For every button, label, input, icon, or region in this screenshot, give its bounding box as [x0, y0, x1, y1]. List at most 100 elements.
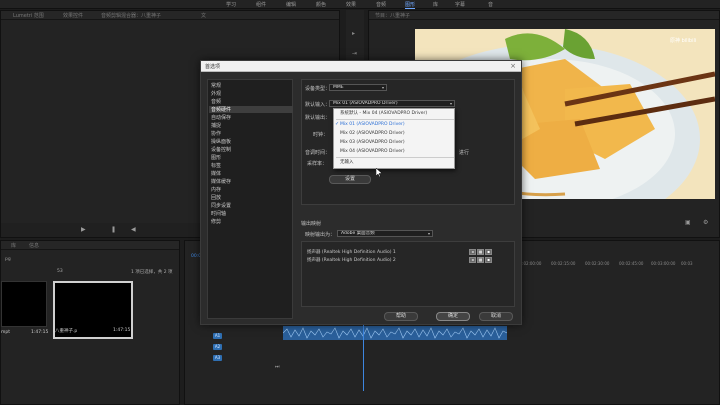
default-output-label: 默认输出： — [305, 115, 331, 121]
dropdown-item-label: Mix 01 (ASIOVADPRO Driver) — [340, 122, 405, 127]
dropdown-item-mix03[interactable]: Mix 03 (ASIOVADPRO Driver) — [334, 138, 454, 147]
default-input-label: 默认输入： — [305, 102, 331, 108]
cancel-button[interactable]: 取消 — [479, 312, 513, 321]
category-item[interactable]: 修剪 — [211, 218, 221, 225]
move-left-icon[interactable]: ◂ — [469, 249, 476, 255]
audio-clip[interactable] — [282, 326, 508, 340]
tab-audio-2[interactable]: 音 — [488, 1, 493, 8]
category-item[interactable]: 图形 — [211, 154, 221, 161]
clip-duration: 1:47:15 — [31, 330, 49, 335]
dialog-title: 首选项 — [205, 64, 221, 70]
ok-button[interactable]: 确定 — [436, 312, 470, 321]
tab-learn[interactable]: 学习 — [226, 1, 236, 8]
checkmark-icon: ✓ — [335, 121, 340, 127]
playhead[interactable] — [363, 321, 364, 391]
item-count: 53 — [57, 269, 63, 274]
export-frame-icon[interactable]: ▣ — [685, 219, 691, 226]
grid-icon[interactable]: ▦ — [477, 249, 484, 255]
dropdown-item-mix04[interactable]: Mix 04 (ASIOVADPRO Driver) — [334, 147, 454, 156]
category-item[interactable]: 时间轴 — [211, 210, 226, 217]
track-a2[interactable]: A2 — [213, 344, 222, 350]
dropdown-item-label: Mix 03 (ASIOVADPRO Driver) — [340, 140, 405, 145]
mute-icon[interactable]: ⏭ — [275, 364, 280, 370]
category-item[interactable]: 捕捉 — [211, 122, 221, 129]
speaker-icon[interactable]: ▪ — [485, 249, 492, 255]
settings-icon[interactable]: ⚙ — [703, 219, 708, 226]
device-type-select[interactable]: MME ▾ — [329, 84, 387, 91]
project-panel: 库 信息 pg 53 1 项已选择，共 2 项 mpt 1:47:15 八重神子… — [0, 240, 180, 405]
dropdown-item-label: Mix 04 (ASIOVADPRO Driver) — [340, 149, 405, 154]
dropdown-item-mix01[interactable]: ✓ Mix 01 (ASIOVADPRO Driver) — [334, 120, 454, 129]
selection-tool-icon[interactable]: ▸ — [352, 30, 355, 37]
category-item-audio-hardware[interactable]: 音频硬件 — [209, 106, 293, 113]
dropdown-item-mix02[interactable]: Mix 02 (ASIOVADPRO Driver) — [334, 129, 454, 138]
track-a3[interactable]: A3 — [213, 355, 222, 361]
tab-effect-controls[interactable]: 效果控件 — [63, 12, 83, 19]
category-item[interactable]: 媒体缓存 — [211, 178, 231, 185]
category-item[interactable]: 标签 — [211, 162, 221, 169]
settings-button[interactable]: 设置 — [329, 175, 371, 184]
tab-captions[interactable]: 字幕 — [455, 1, 465, 8]
track-a1[interactable]: A1 — [213, 333, 222, 339]
close-icon[interactable]: × — [510, 62, 516, 70]
category-item[interactable]: 同步设置 — [211, 202, 231, 209]
chevron-down-icon: ▾ — [449, 101, 452, 106]
tab-edit[interactable]: 编辑 — [286, 1, 296, 8]
category-item[interactable]: 外观 — [211, 90, 221, 97]
tab-clip-mixer[interactable]: 音频剪辑混合器：八重神子 — [101, 12, 161, 19]
category-item[interactable]: 音频 — [211, 98, 221, 105]
speaker-icon[interactable]: ▪ — [485, 257, 492, 263]
tab-graphics[interactable]: 图形 — [405, 1, 416, 9]
device-type-label: 设备类型： — [305, 86, 331, 92]
tab-effects[interactable]: 效果 — [346, 1, 356, 8]
play-icon[interactable]: ▶ — [81, 226, 86, 233]
category-item[interactable]: 回放 — [211, 194, 221, 201]
output-row[interactable]: 扬声器 (Realtek High Definition Audio) 1 — [307, 249, 396, 255]
default-input-value: Mix 01 (ASIOVADPRO Driver) — [333, 101, 398, 106]
category-item[interactable]: 操纵面板 — [211, 138, 231, 145]
workspace-bar: 学习 组件 编辑 颜色 效果 音频 图形 库 字幕 音 — [0, 0, 720, 9]
clock-label: 时钟： — [313, 132, 329, 138]
output-row[interactable]: 扬声器 (Realtek High Definition Audio) 2 — [307, 257, 396, 263]
clip-thumbnail[interactable] — [1, 281, 47, 327]
sample-rate-label: 采样率： — [307, 161, 328, 167]
chevron-down-icon: ▾ — [427, 231, 430, 236]
help-button[interactable]: 帮助 — [384, 312, 418, 321]
dropdown-item-no-input[interactable]: 无输入 — [334, 158, 454, 167]
tab-library[interactable]: 库 — [11, 242, 16, 249]
ruler-tick: 00:02:15:00 — [551, 261, 576, 266]
category-item[interactable]: 设备控制 — [211, 146, 231, 153]
tab-lumetri[interactable]: Lumetri 范围 — [13, 12, 44, 19]
mark-icon[interactable]: ◀ — [131, 226, 136, 233]
move-left-icon[interactable]: ◂ — [469, 257, 476, 263]
latency-label: 音调时间： — [305, 150, 331, 156]
category-item[interactable]: 常规 — [211, 82, 221, 89]
tab-text[interactable]: 文 — [201, 12, 206, 19]
category-item[interactable]: 媒体 — [211, 170, 221, 177]
latency-suffix: 进行 — [459, 150, 470, 156]
step-icon[interactable]: ❚ — [111, 226, 116, 233]
tab-info[interactable]: 信息 — [29, 242, 39, 249]
category-list: 常规 外观 音频 音频硬件 自动保存 捕捉 协作 操纵面板 设备控制 图形 标签… — [207, 79, 293, 319]
category-item[interactable]: 内存 — [211, 186, 221, 193]
selection-info: 1 项已选择，共 2 项 — [131, 270, 173, 275]
grid-icon[interactable]: ▦ — [477, 257, 484, 263]
ruler-tick: 00:03:00:00 — [651, 261, 676, 266]
premiere-app: 学习 组件 编辑 颜色 效果 音频 图形 库 字幕 音 Lumetri 范围 效… — [0, 0, 720, 405]
project-filename: pg — [5, 257, 11, 262]
default-input-select[interactable]: Mix 01 (ASIOVADPRO Driver) ▾ — [329, 100, 455, 107]
tab-audio[interactable]: 音频 — [376, 1, 386, 8]
tab-assembly[interactable]: 组件 — [256, 1, 266, 8]
track-select-icon[interactable]: ⇥ — [352, 50, 357, 57]
tab-libraries[interactable]: 库 — [433, 1, 438, 8]
ruler-tick: 00:02:30:00 — [585, 261, 610, 266]
tab-color[interactable]: 颜色 — [316, 1, 326, 8]
dropdown-item-system-default[interactable]: 系统默认 - Mix 04 (ASIOVADPRO Driver) — [334, 109, 454, 118]
waveform — [282, 327, 508, 339]
category-item[interactable]: 协作 — [211, 130, 221, 137]
map-output-value: Adobe 桌面音频 — [341, 231, 375, 236]
dropdown-item-label: Mix 02 (ASIOVADPRO Driver) — [340, 131, 405, 136]
category-item[interactable]: 自动保存 — [211, 114, 231, 121]
map-output-select[interactable]: Adobe 桌面音频 ▾ — [337, 230, 433, 237]
watermark: 原神 bilibili — [670, 38, 697, 44]
